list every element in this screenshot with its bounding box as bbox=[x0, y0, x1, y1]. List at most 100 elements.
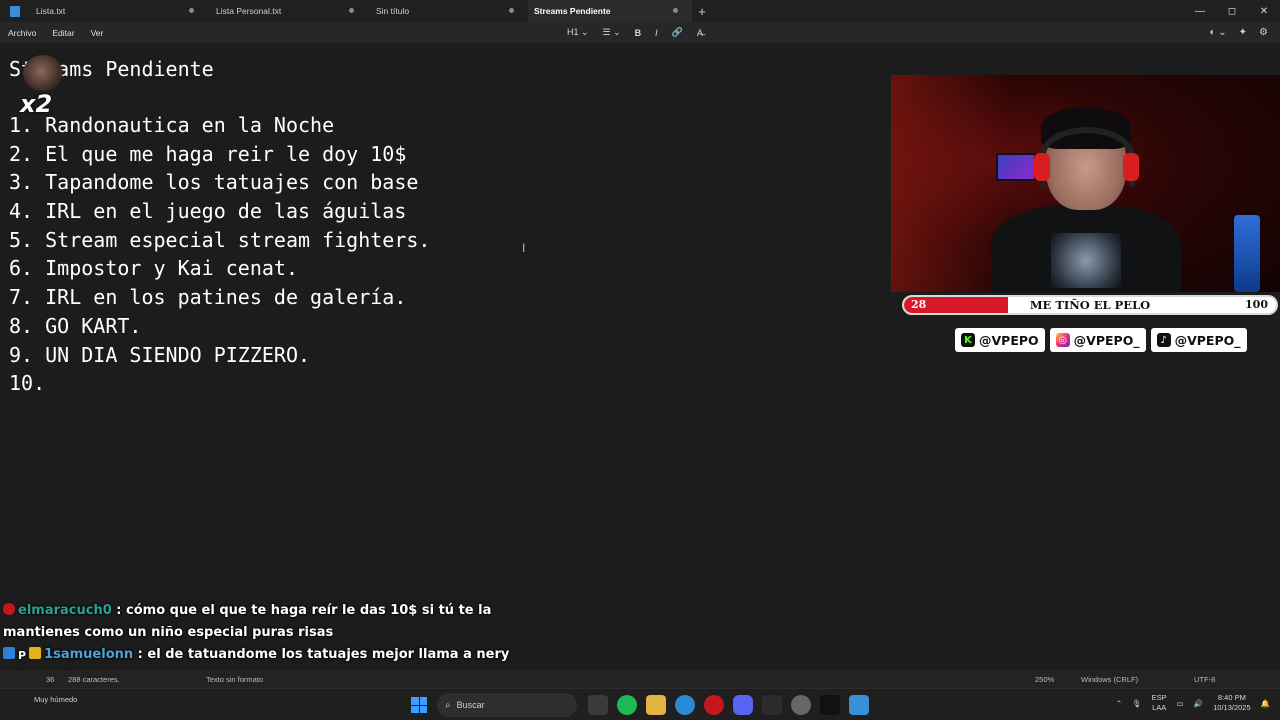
right-toolbar: ◐ ⌄ ✦ ⚙ bbox=[1203, 22, 1274, 43]
crown-badge-icon bbox=[29, 647, 42, 659]
discord-icon[interactable] bbox=[733, 695, 753, 715]
pinned-apps bbox=[588, 695, 869, 715]
list-line: 5. Stream especial stream fighters. bbox=[9, 228, 430, 257]
maximize-button[interactable]: ◻ bbox=[1216, 0, 1248, 22]
line-text: 2. El que me haga reir le doy 10$ bbox=[9, 141, 407, 166]
notepad-window: Lista.txt Lista Personal.txt Sin título … bbox=[0, 0, 1280, 720]
new-tab-button[interactable]: + bbox=[692, 4, 712, 19]
line-text: 3. Tapandome los tatuajes con base bbox=[9, 170, 419, 195]
microphone-icon[interactable]: 🎙 bbox=[1132, 699, 1142, 708]
settings-gear-icon[interactable]: ⚙ bbox=[1253, 27, 1274, 38]
window-controls: — ◻ ✕ bbox=[1184, 0, 1280, 22]
chevron-up-icon[interactable]: ⌃ bbox=[1116, 699, 1122, 708]
taskbar-search[interactable]: ⌕ Buscar bbox=[437, 693, 577, 717]
headset-ear-left bbox=[1034, 153, 1050, 181]
goal-progress-bar: 28 ME TIÑO EL PELO 100 bbox=[902, 295, 1278, 315]
list-line: 4. IRL en el juego de las águilas bbox=[9, 199, 430, 228]
avatar bbox=[23, 55, 63, 91]
encoding[interactable]: UTF-8 bbox=[1194, 675, 1215, 684]
instagram-icon: ◎ bbox=[1055, 333, 1070, 347]
language-indicator[interactable]: ESP LAA bbox=[1152, 693, 1167, 713]
windows-start-icon[interactable] bbox=[411, 697, 427, 713]
clock-date: 10/13/2025 bbox=[1213, 703, 1251, 712]
line-text: 5. Stream especial stream fighters. bbox=[9, 227, 431, 252]
tab-sin-titulo[interactable]: Sin título bbox=[368, 0, 528, 22]
line-text: 1. Randonautica en la Noche bbox=[9, 113, 335, 137]
volume-icon[interactable]: 🔊 bbox=[1194, 699, 1203, 708]
network-icon[interactable]: ▭ bbox=[1177, 699, 1184, 708]
list-dropdown[interactable]: ☰ ⌄ bbox=[596, 27, 628, 38]
chat-username: 1samuelonn bbox=[44, 647, 134, 662]
multiplier-overlay: x2 bbox=[18, 55, 68, 118]
search-icon: ⌕ bbox=[445, 699, 451, 711]
prime-badge-icon: P bbox=[18, 649, 27, 662]
minimize-button[interactable]: — bbox=[1184, 0, 1216, 22]
chat-message: elmaracuch0 : cómo que el que te haga re… bbox=[3, 600, 513, 644]
line-text: 10. bbox=[9, 371, 46, 396]
tiktok-app-icon[interactable] bbox=[820, 695, 840, 715]
close-button[interactable]: ✕ bbox=[1248, 0, 1280, 22]
user-badge-icon bbox=[3, 603, 15, 615]
headset-ear-right bbox=[1123, 153, 1139, 181]
text-format[interactable]: Texto sin formato bbox=[206, 675, 263, 684]
tab-bar: Lista.txt Lista Personal.txt Sin título … bbox=[0, 0, 1280, 22]
task-view-icon[interactable] bbox=[588, 695, 608, 715]
social-kick: K @VPEPO bbox=[955, 328, 1045, 352]
zoom-level[interactable]: 250% bbox=[1035, 675, 1054, 684]
tab-label: Streams Pendiente bbox=[534, 6, 611, 16]
chrome-icon[interactable] bbox=[791, 695, 811, 715]
list-line: 7. IRL en los patines de galería. bbox=[9, 285, 430, 314]
heading-dropdown[interactable]: H1 ⌄ bbox=[560, 27, 596, 38]
line-text: 7. IRL en los patines de galería. bbox=[9, 285, 407, 310]
subscriber-badge-icon bbox=[3, 647, 15, 659]
status-bar: 36 288 caracteres. Texto sin formato 250… bbox=[0, 670, 1280, 688]
telegram-icon[interactable] bbox=[675, 695, 695, 715]
social-handle: @VPEPO_ bbox=[1073, 332, 1140, 348]
list-line: 3. Tapandome los tatuajes con base bbox=[9, 170, 430, 199]
bold-button[interactable]: B bbox=[628, 28, 649, 38]
line-text: 6. Impostor y Kai cenat. bbox=[9, 256, 298, 281]
social-tiktok: ♪ @VPEPO_ bbox=[1150, 328, 1247, 352]
kick-app-icon[interactable] bbox=[762, 695, 782, 715]
notepad-icon bbox=[10, 5, 20, 17]
menu-archivo[interactable]: Archivo bbox=[0, 28, 44, 38]
notification-bell-icon[interactable]: 🔔 bbox=[1261, 699, 1270, 708]
list-line: 2. El que me haga reir le doy 10$ bbox=[9, 142, 430, 171]
social-handle: @VPEPO_ bbox=[1174, 332, 1241, 348]
line-ending[interactable]: Windows (CRLF) bbox=[1081, 675, 1138, 684]
shirt-print bbox=[1051, 233, 1121, 288]
notepad-app-icon[interactable] bbox=[849, 695, 869, 715]
tab-streams-pendiente[interactable]: Streams Pendiente bbox=[528, 0, 692, 22]
clear-formatting-icon[interactable]: A̶ bbox=[690, 28, 710, 38]
menu-ver[interactable]: Ver bbox=[83, 28, 112, 38]
list-line: 1. Randonautica en la Noche bbox=[9, 113, 430, 142]
italic-button[interactable]: I bbox=[648, 28, 665, 38]
background-monitor bbox=[996, 153, 1036, 181]
tab-label: Lista.txt bbox=[36, 6, 66, 16]
document-lines: 1. Randonautica en la Noche 2. El que me… bbox=[9, 113, 430, 400]
chat-username: elmaracuch0 bbox=[18, 603, 112, 618]
tab-lista-personal[interactable]: Lista Personal.txt bbox=[208, 0, 368, 22]
weather-widget[interactable]: Muy húmedo bbox=[34, 695, 77, 704]
social-instagram: ◎ @VPEPO_ bbox=[1049, 328, 1146, 352]
clock-time: 8:40 PM bbox=[1217, 693, 1246, 702]
spotify-icon[interactable] bbox=[617, 695, 637, 715]
menu-editar[interactable]: Editar bbox=[44, 28, 82, 38]
headset-icon bbox=[1039, 127, 1135, 187]
tab-lista[interactable]: Lista.txt bbox=[28, 0, 208, 22]
goal-target: 100 bbox=[1245, 298, 1268, 311]
taskbar: Muy húmedo ⌕ Buscar ⌃ 🎙 ESP LAA ▭ 🔊 8:40… bbox=[0, 688, 1280, 720]
link-icon[interactable]: 🔗 bbox=[665, 27, 690, 38]
copilot-icon[interactable]: ◐ ⌄ bbox=[1203, 27, 1232, 38]
clock[interactable]: 8:40 PM 10/13/2025 bbox=[1213, 693, 1251, 713]
extension-icon[interactable]: ✦ bbox=[1233, 27, 1253, 38]
unsaved-dot-icon bbox=[673, 8, 678, 13]
multiplier-text: x2 bbox=[20, 90, 53, 118]
kick-icon: K bbox=[961, 333, 975, 347]
file-explorer-icon[interactable] bbox=[646, 695, 666, 715]
list-line: 10. bbox=[9, 371, 430, 400]
list-line: 8. GO KART. bbox=[9, 314, 430, 343]
keyboard-layout: LAA bbox=[1152, 703, 1167, 712]
opera-icon[interactable] bbox=[704, 695, 724, 715]
text-cursor-icon: Ι bbox=[522, 241, 526, 255]
